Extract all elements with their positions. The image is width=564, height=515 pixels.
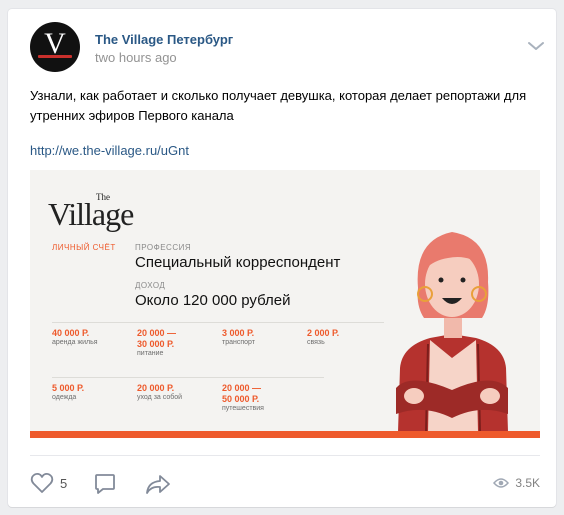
views-counter: 3.5K xyxy=(493,474,540,492)
expense-amount: 2 000 Р. xyxy=(307,328,340,338)
woman-illustration xyxy=(396,232,508,432)
post-header: V The Village Петербург two hours ago xyxy=(30,22,550,72)
profession-value: Специальный корреспондент xyxy=(135,254,341,271)
expense-amount: 3 000 Р. xyxy=(222,328,255,338)
chevron-down-icon[interactable] xyxy=(527,40,545,52)
expense-note: аренда жилья xyxy=(52,339,98,346)
expense-amount: 20 000 Р. xyxy=(137,383,175,393)
expense-amount: 20 000 — 50 000 Р. xyxy=(222,383,262,404)
heart-icon xyxy=(30,472,54,493)
divider-row-2 xyxy=(52,377,324,378)
avatar-stripe xyxy=(38,55,72,58)
avatar[interactable]: V xyxy=(30,22,80,72)
expense-note: одежда xyxy=(52,394,77,401)
expense-note: связь xyxy=(307,339,325,346)
share-icon[interactable] xyxy=(145,473,171,495)
post-actions: 5 3.5K xyxy=(30,470,540,496)
author-name-link[interactable]: The Village Петербург xyxy=(95,32,233,47)
logo-village: Village xyxy=(48,196,134,232)
expense-amount: 40 000 Р. xyxy=(52,328,90,338)
profession-label: ПРОФЕССИЯ xyxy=(135,243,192,252)
expense-note: путешествия xyxy=(222,405,264,412)
divider-row-1 xyxy=(52,322,384,323)
expense-amount: 20 000 — 30 000 Р. xyxy=(137,328,177,349)
views-count: 3.5K xyxy=(515,476,540,490)
actions-divider xyxy=(30,455,540,456)
card-accent-bar xyxy=(30,431,540,438)
like-count: 5 xyxy=(60,476,68,491)
income-label: ДОХОД xyxy=(135,281,166,290)
post-link[interactable]: http://we.the-village.ru/uGnt xyxy=(30,143,189,158)
comment-icon[interactable] xyxy=(94,473,116,495)
like-button[interactable]: 5 xyxy=(30,472,80,496)
post-card: V The Village Петербург two hours ago Уз… xyxy=(8,9,556,507)
expense-amount: 5 000 Р. xyxy=(52,383,85,393)
income-value: Около 120 000 рублей xyxy=(135,292,291,309)
eye-icon xyxy=(493,478,510,488)
expense-note: уход за собой xyxy=(137,394,183,401)
expense-note: питание xyxy=(137,350,164,357)
article-preview-image[interactable]: The Village ЛИЧНЫЙ СЧЁТ ПРОФЕССИЯ Специа… xyxy=(30,170,540,438)
post-text: Узнали, как работает и сколько получает … xyxy=(30,88,527,123)
post-time[interactable]: two hours ago xyxy=(95,50,177,65)
section-label: ЛИЧНЫЙ СЧЁТ xyxy=(52,243,116,252)
expense-note: транспорт xyxy=(222,339,255,346)
